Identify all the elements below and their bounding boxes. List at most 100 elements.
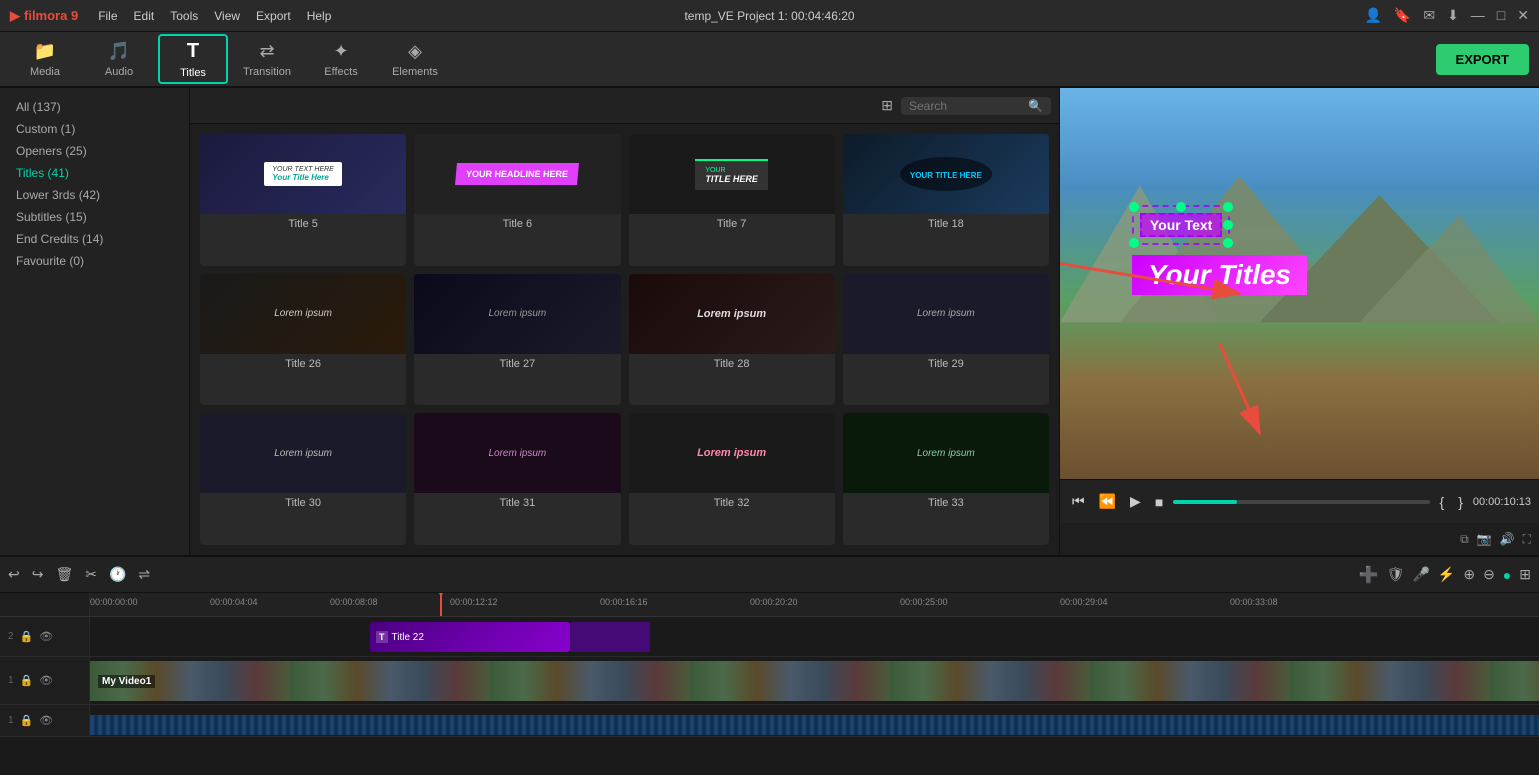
title-clip[interactable]: T Title 22 bbox=[370, 622, 570, 652]
track-2-label: 2 🔒 👁 bbox=[0, 617, 90, 656]
export-button[interactable]: EXPORT bbox=[1436, 44, 1529, 75]
menu-help[interactable]: Help bbox=[307, 9, 332, 23]
toolbar-audio-label: Audio bbox=[105, 66, 133, 78]
toolbar-elements-label: Elements bbox=[392, 66, 438, 78]
progress-fill bbox=[1173, 500, 1237, 504]
zoom-slider[interactable]: ● bbox=[1503, 567, 1511, 583]
playhead[interactable] bbox=[440, 593, 442, 616]
track-1: 1 🔒 👁 My Video1 bbox=[0, 657, 1539, 705]
skip-back-button[interactable]: ⏮ bbox=[1068, 491, 1089, 512]
app-logo: ▶ filmora 9 bbox=[10, 8, 78, 24]
menu-export[interactable]: Export bbox=[256, 9, 291, 23]
menu-edit[interactable]: Edit bbox=[134, 9, 155, 23]
handle-tl bbox=[1129, 202, 1139, 212]
mic-icon[interactable]: 🎤 bbox=[1412, 566, 1429, 583]
minimize-button[interactable]: — bbox=[1471, 7, 1485, 24]
menu-file[interactable]: File bbox=[98, 9, 117, 23]
toolbar-transition-label: Transition bbox=[243, 66, 291, 78]
cut-button[interactable]: ✂ bbox=[85, 566, 97, 583]
fit-icon[interactable]: ⊞ bbox=[1519, 566, 1531, 583]
eye-icon-2[interactable]: 👁 bbox=[39, 630, 53, 643]
thumb-title33: Lorem ipsum bbox=[843, 413, 1049, 493]
add-track-button[interactable]: ➕ bbox=[1359, 565, 1379, 585]
lock-icon-audio[interactable]: 🔒 bbox=[20, 714, 34, 727]
split-icon[interactable]: ⚡ bbox=[1438, 566, 1455, 583]
lock-icon-1[interactable]: 🔒 bbox=[20, 674, 34, 687]
track-2-area: T Title 22 bbox=[90, 617, 1539, 656]
grid-item-title31[interactable]: Lorem ipsum Title 31 bbox=[414, 413, 620, 545]
play-button[interactable]: ▶ bbox=[1126, 491, 1145, 512]
grid-item-title30[interactable]: Lorem ipsum Title 30 bbox=[200, 413, 406, 545]
sidebar-item-all[interactable]: All (137) bbox=[0, 96, 189, 118]
sidebar-item-titles[interactable]: Titles (41) bbox=[0, 162, 189, 184]
grid-item-title26[interactable]: Lorem ipsum Title 26 bbox=[200, 274, 406, 406]
search-icon[interactable]: 🔍 bbox=[1028, 99, 1043, 113]
track-num-1: 1 bbox=[8, 675, 14, 686]
bookmark-icon[interactable]: 🔖 bbox=[1394, 7, 1411, 24]
toolbar: 📁 Media 🎵 Audio T Titles ⇄ Transition ✦ … bbox=[0, 32, 1539, 88]
grid-item-title5[interactable]: YOUR TEXT HERE Your Title Here Title 5 bbox=[200, 134, 406, 266]
audio-detach-button[interactable]: ⇌ bbox=[138, 566, 150, 583]
sidebar-item-endcredits[interactable]: End Credits (14) bbox=[0, 228, 189, 250]
toolbar-media[interactable]: 📁 Media bbox=[10, 34, 80, 84]
history-button[interactable]: 🕐 bbox=[109, 566, 126, 583]
redo-button[interactable]: ↪ bbox=[32, 566, 44, 583]
thumb-title29: Lorem ipsum bbox=[843, 274, 1049, 354]
mark-out-icon[interactable]: } bbox=[1454, 492, 1467, 512]
step-back-button[interactable]: ⏪ bbox=[1095, 491, 1120, 512]
mark-in-icon[interactable]: { bbox=[1436, 492, 1449, 512]
toolbar-effects[interactable]: ✦ Effects bbox=[306, 34, 376, 84]
toolbar-elements[interactable]: ◈ Elements bbox=[380, 34, 450, 84]
menu-view[interactable]: View bbox=[214, 9, 240, 23]
search-box: 🔍 bbox=[901, 97, 1051, 115]
plus-icon[interactable]: ⊕ bbox=[1463, 566, 1475, 583]
main-area: All (137) Custom (1) Openers (25) Titles… bbox=[0, 88, 1539, 555]
close-button[interactable]: ✕ bbox=[1517, 7, 1529, 24]
grid-item-title18[interactable]: YOUR TITLE HERE Title 18 bbox=[843, 134, 1049, 266]
grid-label-title18: Title 18 bbox=[843, 214, 1049, 234]
minus-icon[interactable]: ⊖ bbox=[1483, 566, 1495, 583]
grid-item-title32[interactable]: Lorem ipsum Title 32 bbox=[629, 413, 835, 545]
sidebar-item-openers[interactable]: Openers (25) bbox=[0, 140, 189, 162]
sidebar-item-custom[interactable]: Custom (1) bbox=[0, 118, 189, 140]
preview-text-small: Your Text bbox=[1140, 213, 1223, 237]
video-clip: My Video1 bbox=[90, 661, 1539, 701]
fullscreen-icon[interactable]: ⛶ bbox=[1523, 532, 1531, 547]
grid-item-title27[interactable]: Lorem ipsum Title 27 bbox=[414, 274, 620, 406]
search-input[interactable] bbox=[909, 99, 1024, 113]
sidebar-item-subtitles[interactable]: Subtitles (15) bbox=[0, 206, 189, 228]
grid-item-title29[interactable]: Lorem ipsum Title 29 bbox=[843, 274, 1049, 406]
volume-icon[interactable]: 🔊 bbox=[1500, 532, 1515, 546]
snapshot-icon[interactable]: 📷 bbox=[1477, 532, 1492, 546]
sidebar-item-lower3rds[interactable]: Lower 3rds (42) bbox=[0, 184, 189, 206]
grid-view-icon[interactable]: ⊞ bbox=[881, 97, 893, 114]
title-clip-icon: T bbox=[376, 631, 388, 643]
grid-item-title28[interactable]: Lorem ipsum Title 28 bbox=[629, 274, 835, 406]
maximize-button[interactable]: □ bbox=[1497, 7, 1505, 24]
grid-item-title33[interactable]: Lorem ipsum Title 33 bbox=[843, 413, 1049, 545]
handle-tr bbox=[1223, 202, 1233, 212]
pip-icon[interactable]: ⧉ bbox=[1460, 532, 1469, 547]
tc-2: 00:00:08:08 bbox=[330, 597, 378, 607]
eye-icon-audio[interactable]: 👁 bbox=[39, 714, 53, 727]
delete-button[interactable]: 🗑 bbox=[55, 566, 73, 583]
titlebar: ▶ filmora 9 File Edit Tools View Export … bbox=[0, 0, 1539, 32]
stop-button[interactable]: ■ bbox=[1151, 492, 1167, 512]
progress-bar[interactable] bbox=[1173, 500, 1429, 504]
undo-button[interactable]: ↩ bbox=[8, 566, 20, 583]
lock-icon-2[interactable]: 🔒 bbox=[20, 630, 34, 643]
menu-tools[interactable]: Tools bbox=[170, 9, 198, 23]
tc-1: 00:00:04:04 bbox=[210, 597, 258, 607]
grid-item-title6[interactable]: YOUR HEADLINE HERE Title 6 bbox=[414, 134, 620, 266]
eye-icon-1[interactable]: 👁 bbox=[39, 674, 53, 687]
thumb-title31: Lorem ipsum bbox=[414, 413, 620, 493]
toolbar-audio[interactable]: 🎵 Audio bbox=[84, 34, 154, 84]
grid-item-title7[interactable]: YOUR TITLE HERE Title 7 bbox=[629, 134, 835, 266]
sidebar-item-favourite[interactable]: Favourite (0) bbox=[0, 250, 189, 272]
mail-icon[interactable]: ✉ bbox=[1423, 7, 1435, 24]
toolbar-titles[interactable]: T Titles bbox=[158, 34, 228, 84]
toolbar-transition[interactable]: ⇄ Transition bbox=[232, 34, 302, 84]
tc-3: 00:00:12:12 bbox=[450, 597, 498, 607]
account-icon[interactable]: 👤 bbox=[1364, 7, 1381, 24]
download-icon[interactable]: ⬇ bbox=[1447, 7, 1459, 24]
